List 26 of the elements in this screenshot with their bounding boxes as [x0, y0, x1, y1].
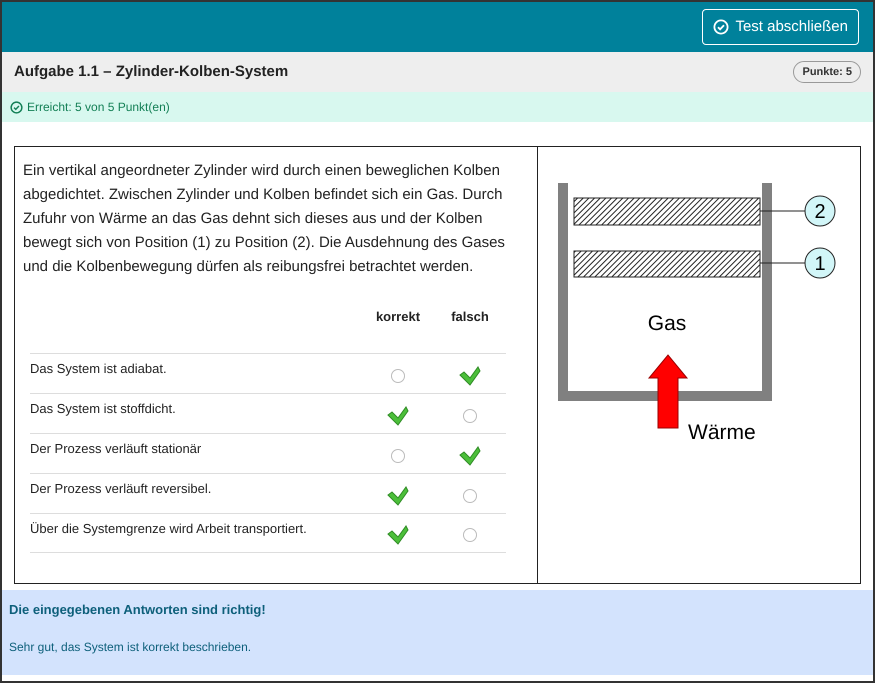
statement-text: Der Prozess verläuft reversibel.: [30, 480, 212, 498]
radio-button[interactable]: [463, 488, 477, 502]
feedback-title: Die eingegebenen Antworten sind richtig!: [9, 601, 267, 619]
check-circle-icon: [713, 19, 730, 35]
radio-button[interactable]: [463, 408, 477, 422]
check-icon[interactable]: [459, 446, 481, 466]
question-text: Ein vertikal angeordneter Zylinder wird durch einen beweglichen Kolben abgedichtet. Zwischen Zylinder und Kolben befindet sich ein Gas. Durch Zufuhr von Wärme an das Gas dehnt sich dieses aus und der Kolben bewegt sich von Position (1) zu Position (2). Die Ausdehnung des Gases und die Kolbenbewegung dürfen als reibungsfrei betrachtet werden.: [23, 161, 506, 277]
statement-text: Das System ist adiabat.: [30, 360, 168, 378]
check-circle-icon: [10, 100, 23, 114]
check-icon[interactable]: [459, 366, 481, 386]
result-text: Erreicht: 5 von 5 Punkt(en): [27, 99, 170, 116]
column-header: korrekt: [374, 308, 422, 326]
check-icon[interactable]: [387, 525, 409, 545]
radio-button[interactable]: [391, 368, 405, 382]
check-icon[interactable]: [387, 406, 409, 426]
statement-text: Der Prozess verläuft stationär: [30, 440, 202, 458]
radio-button[interactable]: [463, 528, 477, 542]
finish-test-button[interactable]: Test abschließen: [702, 9, 859, 45]
statement-text: Über die Systemgrenze wird Arbeit transportiert.: [30, 520, 308, 538]
task-title: Aufgabe 1.1 – Zylinder-Kolben-System: [14, 62, 288, 82]
column-header: falsch: [450, 308, 490, 326]
check-icon[interactable]: [387, 486, 409, 506]
feedback-message: Sehr gut, das System ist korrekt beschrieben.: [9, 638, 252, 656]
radio-button[interactable]: [391, 448, 405, 462]
statement-text: Das System ist stoffdicht.: [30, 400, 177, 418]
points-badge: Punkte: 5: [793, 60, 861, 84]
